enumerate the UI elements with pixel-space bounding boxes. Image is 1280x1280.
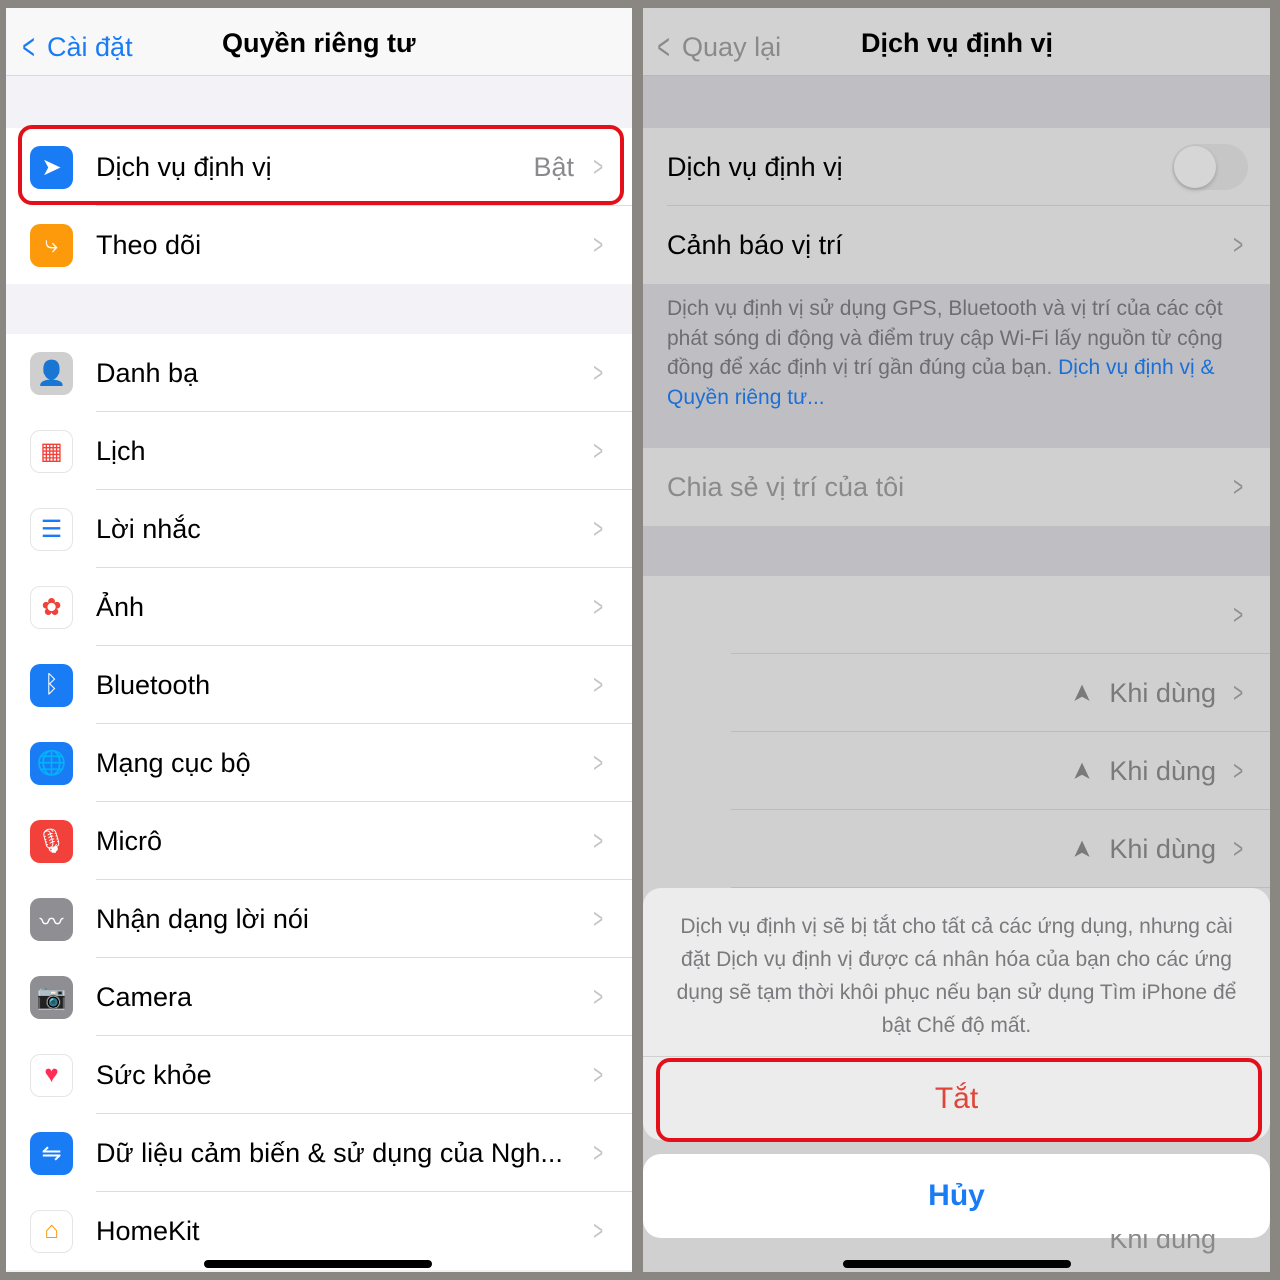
- item-label: Sức khỏe: [96, 1059, 212, 1090]
- chevron-right-icon: >: [592, 825, 603, 856]
- list-item[interactable]: ▦ Lịch >: [6, 412, 632, 490]
- item-label: Ảnh: [96, 591, 145, 622]
- chevron-right-icon: >: [1232, 471, 1243, 502]
- item-label: HomeKit: [96, 1215, 200, 1246]
- chevron-right-icon: >: [1232, 755, 1243, 786]
- app-permission-value: Khi dùng: [1109, 677, 1216, 708]
- item-label: Lời nhắc: [96, 513, 201, 544]
- chevron-right-icon: >: [592, 981, 603, 1012]
- highlight-box: [18, 125, 624, 205]
- footer-text: Dịch vụ định vị sử dụng GPS, Bluetooth v…: [667, 297, 1223, 409]
- location-arrow-icon: ➤: [1068, 760, 1096, 782]
- app-row[interactable]: >: [643, 576, 1270, 654]
- list-item[interactable]: ☰ Lời nhắc >: [6, 490, 632, 568]
- calendar-icon: ▦: [30, 429, 73, 473]
- item-label: Bluetooth: [96, 669, 211, 700]
- highlight-box: [656, 1058, 1262, 1142]
- chevron-right-icon: >: [1232, 229, 1243, 260]
- photos-icon: ✿: [30, 585, 73, 629]
- item-label: Theo dõi: [96, 229, 202, 260]
- app-row[interactable]: ➤ Khi dùng >: [643, 810, 1270, 888]
- chevron-right-icon: >: [592, 591, 603, 622]
- app-row[interactable]: ➤ Khi dùng >: [643, 732, 1270, 810]
- page-title: Quyền riêng tư: [222, 28, 416, 58]
- privacy-screen: < Cài đặt Quyền riêng tư ➤ Dịch vụ định v…: [6, 8, 632, 1272]
- contacts-icon: 👤: [30, 351, 73, 395]
- location-services-row: Dịch vụ định vị: [643, 128, 1270, 206]
- home-indicator: [204, 1260, 432, 1268]
- home-indicator: [843, 1260, 1071, 1268]
- app-permission-value: Khi dùng: [1109, 833, 1216, 864]
- sensor-data-icon: ⇋: [30, 1131, 73, 1175]
- list-item[interactable]: ⤷ Theo dõi >: [6, 206, 632, 284]
- chevron-left-icon: <: [657, 26, 670, 67]
- list-item[interactable]: 👤 Danh bạ >: [6, 334, 632, 412]
- item-label: Micrô: [96, 825, 162, 856]
- globe-icon: 🌐: [30, 741, 73, 785]
- list-item[interactable]: ᛒ Bluetooth >: [6, 646, 632, 724]
- bluetooth-icon: ᛒ: [30, 663, 73, 707]
- microphone-icon: 🎙: [30, 819, 73, 863]
- list-item[interactable]: 📷 Camera >: [6, 958, 632, 1036]
- camera-icon: 📷: [30, 975, 73, 1019]
- back-button[interactable]: < Quay lại: [653, 26, 781, 68]
- chevron-right-icon: >: [1232, 677, 1243, 708]
- tracking-icon: ⤷: [30, 223, 73, 267]
- item-label: Lịch: [96, 435, 146, 466]
- chevron-right-icon: >: [1232, 599, 1243, 630]
- item-label: Camera: [96, 981, 193, 1012]
- group-permissions: 👤 Danh bạ > ▦ Lịch > ☰ Lời nhắc > ✿ Ảnh > ᛒ Bluetooth…: [6, 334, 632, 1270]
- item-label: Mạng cục bộ: [96, 747, 251, 778]
- share-location-row[interactable]: Chia sẻ vị trí của tôi >: [643, 448, 1270, 526]
- sheet-message: Dịch vụ định vị sẽ bị tắt cho tất cả các…: [676, 915, 1237, 1037]
- chevron-right-icon: >: [1232, 833, 1243, 864]
- app-row[interactable]: ➤ Khi dùng >: [643, 654, 1270, 732]
- waveform-icon: 〰: [30, 897, 73, 941]
- page-title: Dịch vụ định vị: [861, 28, 1054, 58]
- home-icon: ⌂: [30, 1209, 73, 1253]
- list-item[interactable]: ⌂ HomeKit >: [6, 1192, 632, 1270]
- list-item[interactable]: 〰 Nhận dạng lời nói >: [6, 880, 632, 958]
- group-share: Chia sẻ vị trí của tôi >: [643, 448, 1270, 526]
- item-label: Nhận dạng lời nói: [96, 903, 309, 934]
- chevron-right-icon: >: [592, 747, 603, 778]
- back-button[interactable]: < Cài đặt: [18, 26, 132, 68]
- chevron-right-icon: >: [592, 357, 603, 388]
- list-item[interactable]: 🌐 Mạng cục bộ >: [6, 724, 632, 802]
- chevron-right-icon: >: [592, 669, 603, 700]
- location-services-toggle[interactable]: [1172, 144, 1248, 190]
- chevron-right-icon: >: [592, 435, 603, 466]
- list-item[interactable]: 🎙 Micrô >: [6, 802, 632, 880]
- chevron-right-icon: >: [592, 1059, 603, 1090]
- item-label: Danh bạ: [96, 357, 199, 388]
- chevron-right-icon: >: [592, 903, 603, 934]
- app-permission-value: Khi dùng: [1109, 755, 1216, 786]
- list-item[interactable]: ♥ Sức khỏe >: [6, 1036, 632, 1114]
- location-arrow-icon: ➤: [1068, 682, 1096, 704]
- group-toggle: Dịch vụ định vị Cảnh báo vị trí >: [643, 128, 1270, 284]
- chevron-right-icon: >: [592, 229, 603, 260]
- chevron-left-icon: <: [22, 26, 35, 67]
- cancel-button[interactable]: Hủy: [643, 1154, 1270, 1238]
- nav-bar: < Quay lại Dịch vụ định vị: [643, 8, 1270, 76]
- chevron-right-icon: >: [592, 1137, 603, 1168]
- nav-bar: < Cài đặt Quyền riêng tư: [6, 8, 632, 76]
- location-alerts-row[interactable]: Cảnh báo vị trí >: [643, 206, 1270, 284]
- item-label: Dữ liệu cảm biến & sử dụng của Ngh...: [96, 1137, 563, 1168]
- location-services-screen: < Quay lại Dịch vụ định vị Dịch vụ định …: [643, 8, 1270, 1272]
- list-item[interactable]: ✿ Ảnh >: [6, 568, 632, 646]
- chevron-right-icon: >: [592, 1215, 603, 1246]
- reminders-icon: ☰: [30, 507, 73, 551]
- chevron-right-icon: >: [592, 513, 603, 544]
- list-item[interactable]: ⇋ Dữ liệu cảm biến & sử dụng của Ngh... >: [6, 1114, 632, 1192]
- heart-icon: ♥: [30, 1053, 73, 1097]
- location-arrow-icon: ➤: [1068, 838, 1096, 860]
